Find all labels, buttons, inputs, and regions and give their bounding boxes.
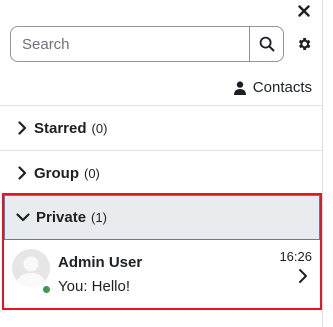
chevron-down-icon <box>16 212 30 224</box>
settings-button[interactable] <box>294 34 314 54</box>
section-count: (1) <box>91 210 107 225</box>
online-status-indicator <box>42 285 51 294</box>
conversation-item[interactable]: Admin User You: Hello! 16:26 <box>4 240 320 308</box>
section-private-header[interactable]: Private (1) <box>4 195 320 240</box>
contacts-label: Contacts <box>252 79 312 96</box>
section-starred[interactable]: Starred (0) <box>0 106 323 150</box>
conversation-time: 16:26 <box>279 249 312 264</box>
gear-icon <box>298 38 311 50</box>
section-count: (0) <box>84 165 100 181</box>
close-button[interactable] <box>295 2 313 20</box>
conversation-name: Admin User <box>58 254 143 271</box>
section-count: (0) <box>91 120 108 136</box>
section-title: Group <box>34 164 79 182</box>
section-title: Private <box>36 209 87 226</box>
search-group <box>10 26 284 62</box>
section-title: Starred <box>34 119 87 137</box>
section-group[interactable]: Group (0) <box>0 151 323 195</box>
avatar <box>12 249 50 287</box>
user-icon <box>233 80 246 95</box>
chevron-right-icon <box>16 166 28 180</box>
messaging-drawer: Contacts Starred (0) Group (0) Private (… <box>0 0 323 327</box>
chevron-right-icon <box>298 268 308 284</box>
contacts-link[interactable]: Contacts <box>233 79 312 96</box>
search-input[interactable] <box>11 27 249 61</box>
search-button[interactable] <box>249 27 283 61</box>
conversation-last-message: You: Hello! <box>58 278 130 295</box>
search-icon <box>259 36 274 52</box>
section-private: Private (1) Admin User You: Hello! 16:26 <box>2 193 322 310</box>
chevron-right-icon <box>16 121 28 135</box>
close-icon <box>298 5 310 17</box>
